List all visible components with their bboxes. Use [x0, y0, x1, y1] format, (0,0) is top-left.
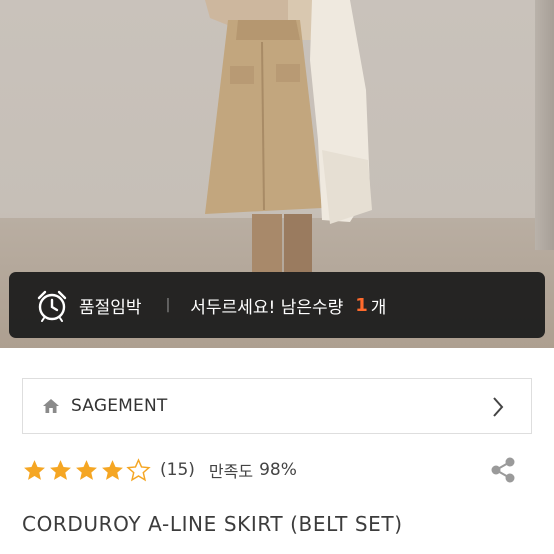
- star-full-icon: [76, 459, 97, 480]
- satisfaction-value: 98%: [259, 460, 297, 480]
- remaining-count: 1: [355, 294, 368, 316]
- sold-out-soon-label: 품절임박: [79, 297, 142, 318]
- share-icon[interactable]: [488, 455, 518, 485]
- home-icon: [43, 399, 59, 413]
- star-full-icon: [102, 459, 123, 480]
- star-full-icon: [50, 459, 71, 480]
- remaining-unit: 개: [370, 297, 387, 318]
- star-full-icon: [24, 459, 45, 480]
- star-empty-icon: [126, 457, 151, 481]
- brand-link[interactable]: SAGEMENT: [22, 378, 532, 434]
- low-stock-banner: 품절임박 | 서두르세요! 남은수량 1 개: [9, 272, 545, 338]
- satisfaction-label: 만족도: [208, 462, 254, 481]
- brand-name: SAGEMENT: [71, 396, 168, 416]
- review-count[interactable]: (15): [160, 460, 195, 480]
- star-rating: [22, 457, 152, 483]
- hurry-message: 서두르세요! 남은수량: [190, 297, 344, 318]
- rating-row: (15) 만족도 98%: [22, 452, 532, 488]
- alarm-clock-icon: [37, 290, 67, 322]
- banner-divider: |: [165, 297, 171, 313]
- product-title: CORDUROY A-LINE SKIRT (BELT SET): [22, 512, 403, 536]
- chevron-right-icon: [493, 397, 504, 417]
